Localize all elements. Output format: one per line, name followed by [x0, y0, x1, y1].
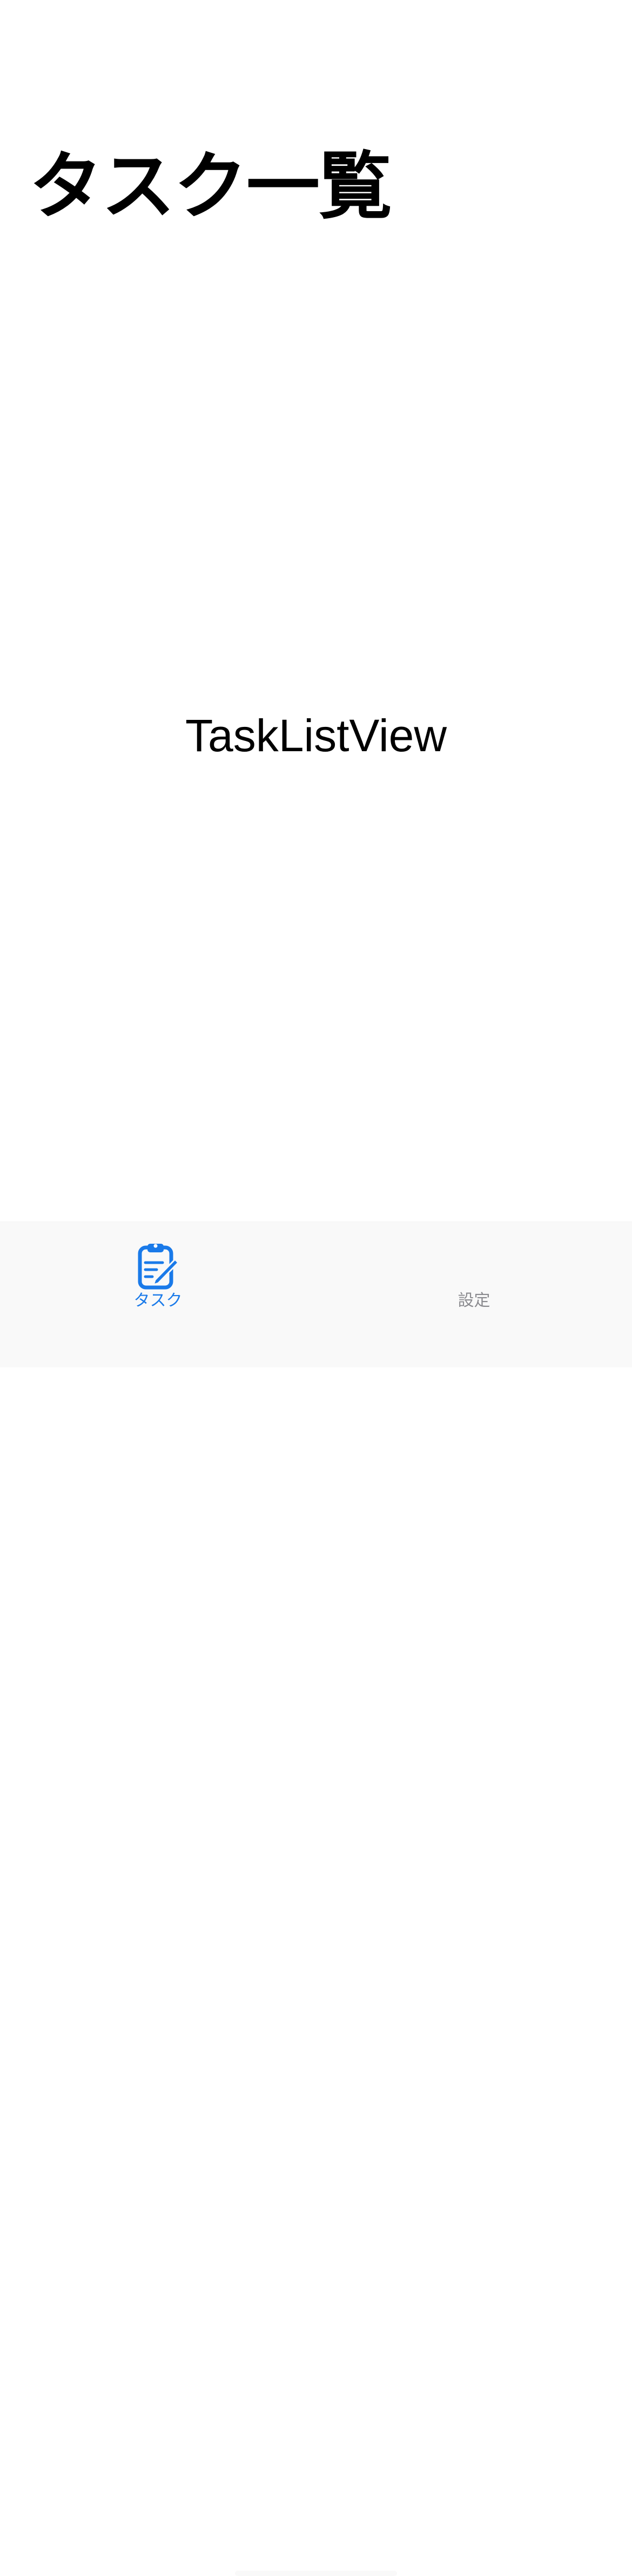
- tab-tasks[interactable]: タスク: [0, 1222, 316, 1324]
- tab-bar: タスク 設定: [0, 1222, 632, 2576]
- tab-tasks-label: タスク: [133, 1291, 183, 1310]
- screen: タスク一覧 TaskListView タスク 設定: [0, 0, 632, 2576]
- page-title: タスク一覧: [29, 144, 392, 230]
- tab-settings-label: 設定: [458, 1291, 490, 1310]
- clipboard-pencil-icon: [0, 1241, 316, 1291]
- tab-settings[interactable]: 設定: [316, 1222, 632, 1324]
- task-list-view-placeholder: TaskListView: [185, 710, 447, 761]
- home-indicator: [235, 2571, 397, 2576]
